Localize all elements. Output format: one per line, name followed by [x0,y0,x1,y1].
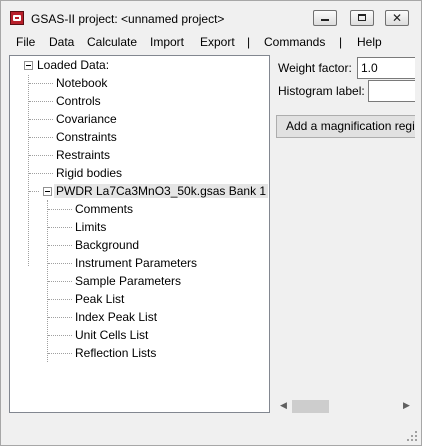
tree-item-sample-parameters[interactable]: Sample Parameters [73,272,183,290]
status-bar [2,417,421,445]
tree-connector [48,335,72,336]
tree-connector [29,155,53,156]
close-icon: ✕ [391,11,403,25]
tree-item-label: Unit Cells List [75,328,149,342]
data-panel: Weight factor: 1.0 Histogram label: Add … [275,55,415,417]
tree-item-index-peak-list[interactable]: Index Peak List [73,308,159,326]
tree-connector [29,137,53,138]
menu-commands[interactable]: Commands [264,35,325,49]
tree-connector [48,209,72,210]
tree-item-histogram[interactable]: PWDR La7Ca3MnO3_50k.gsas Bank 1 [54,182,269,200]
gsas-app-icon [10,11,24,25]
window-title: GSAS-II project: <unnamed project> [31,12,225,26]
tree-item-label: Sample Parameters [75,274,182,288]
tree-item-comments[interactable]: Comments [73,200,135,218]
tree-item-label: PWDR La7Ca3MnO3_50k.gsas Bank 1 [54,184,269,198]
tree-item-unit-cells-list[interactable]: Unit Cells List [73,326,150,344]
tree-item-rigid-bodies[interactable]: Rigid bodies [54,164,124,182]
menu-data[interactable]: Data [49,35,74,49]
menu-help[interactable]: Help [357,35,382,49]
tree-connector [48,299,72,300]
menu-separator: | [247,35,251,49]
tree-connector [29,83,53,84]
horizontal-scrollbar[interactable]: ◀ ▶ [275,398,415,415]
tree-item-label: Constraints [56,130,117,144]
tree-item-notebook[interactable]: Notebook [54,74,109,92]
tree-item-peak-list[interactable]: Peak List [73,290,126,308]
maximize-button[interactable] [350,10,374,26]
tree-item-label: Instrument Parameters [75,256,198,270]
tree-item-label: Controls [56,94,101,108]
tree-connector [48,317,72,318]
tree-connector [48,227,72,228]
menu-file[interactable]: File [16,35,35,49]
menu-bar: File Data Calculate Import Export | Comm… [2,33,421,53]
tree-item-restraints[interactable]: Restraints [54,146,112,164]
tree-item-limits[interactable]: Limits [73,218,108,236]
data-tree[interactable]: Loaded Data: Notebook Controls Covarianc… [9,55,270,413]
menu-separator: | [339,35,343,49]
tree-connector [29,101,53,102]
tree-connector [48,245,72,246]
add-magnification-button[interactable]: Add a magnification region [276,115,415,138]
tree-item-background[interactable]: Background [73,236,141,254]
tree-connector [29,191,39,192]
scroll-left-icon[interactable]: ◀ [275,398,292,415]
tree-item-reflection-lists[interactable]: Reflection Lists [73,344,158,362]
scrollbar-thumb[interactable] [292,400,329,413]
maximize-icon [358,14,366,21]
tree-item-label: Notebook [56,76,108,90]
tree-connector [48,281,72,282]
tree-connector [28,75,29,266]
tree-connector [48,353,72,354]
tree-item-covariance[interactable]: Covariance [54,110,119,128]
menu-import[interactable]: Import [150,35,184,49]
tree-item-label: Peak List [75,292,125,306]
tree-item-label: Rigid bodies [56,166,123,180]
scroll-right-icon[interactable]: ▶ [398,398,415,415]
tree-item-label: Limits [75,220,107,234]
tree-item-label: Covariance [56,112,117,126]
minimize-button[interactable] [313,10,337,26]
tree-item-loaded-data[interactable]: Loaded Data: [35,56,111,74]
histogram-label-label: Histogram label: [278,84,365,98]
menu-export[interactable]: Export [200,35,235,49]
tree-connector [29,173,53,174]
close-button[interactable]: ✕ [385,10,409,26]
weight-factor-label: Weight factor: [278,61,352,75]
tree-item-label: Reflection Lists [75,346,157,360]
tree-item-label: Restraints [56,148,111,162]
histogram-label-input[interactable] [368,80,415,102]
tree-connector [48,263,72,264]
menu-calculate[interactable]: Calculate [87,35,137,49]
collapse-icon[interactable] [24,61,33,70]
weight-factor-input[interactable]: 1.0 [357,57,415,79]
tree-item-instrument-parameters[interactable]: Instrument Parameters [73,254,199,272]
resize-grip-icon[interactable] [406,430,418,442]
app-window: GSAS-II project: <unnamed project> ✕ Fil… [0,0,422,446]
tree-connector [29,119,53,120]
tree-item-label: Index Peak List [75,310,158,324]
tree-item-controls[interactable]: Controls [54,92,103,110]
tree-item-label: Loaded Data: [37,58,110,72]
minimize-icon [321,19,329,21]
tree-item-label: Comments [75,202,134,216]
collapse-icon[interactable] [43,187,52,196]
title-bar: GSAS-II project: <unnamed project> ✕ [1,1,421,33]
tree-item-label: Background [75,238,140,252]
tree-item-constraints[interactable]: Constraints [54,128,119,146]
